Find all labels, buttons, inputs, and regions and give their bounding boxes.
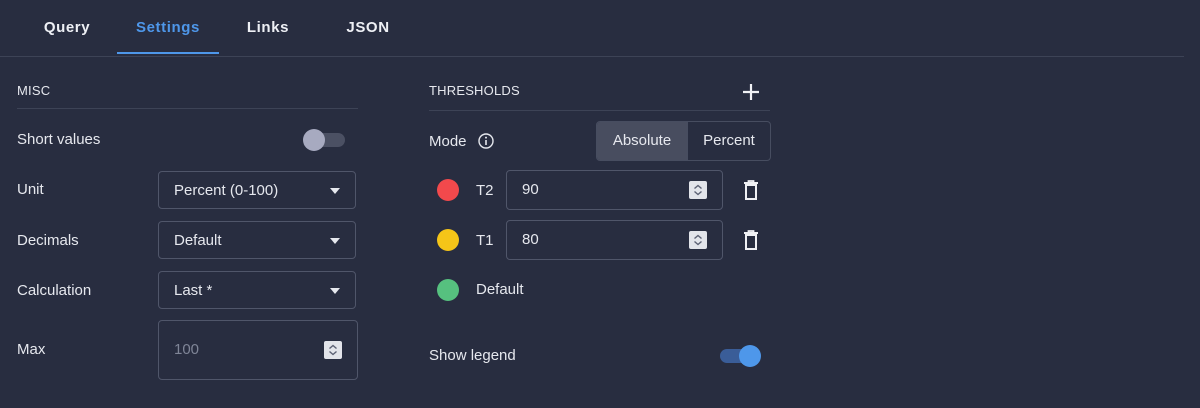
default-color-swatch[interactable] [437,279,459,301]
tab-settings[interactable]: Settings [117,0,219,54]
unit-label: Unit [17,181,44,198]
decimals-select[interactable]: Default [158,221,356,259]
unit-select-value: Percent (0-100) [174,182,279,199]
mode-segmented-control: Absolute Percent [596,121,771,161]
tab-bar: Query Settings Links JSON [0,0,1184,57]
tab-query[interactable]: Query [30,0,104,54]
plus-icon[interactable] [742,83,760,106]
threshold-name: T2 [476,182,494,199]
chevron-down-icon [330,188,340,194]
threshold-value-input[interactable]: 90 [506,170,723,210]
tab-json[interactable]: JSON [330,0,406,54]
calculation-label: Calculation [17,282,92,299]
spinner-icon[interactable] [689,231,707,249]
trash-icon[interactable] [743,180,759,200]
threshold-value-input[interactable]: 80 [506,220,723,260]
misc-divider [17,108,358,109]
max-label: Max [17,341,46,358]
max-input-placeholder: 100 [174,341,200,358]
spinner-icon[interactable] [689,181,707,199]
tab-links[interactable]: Links [232,0,304,54]
threshold-value: 80 [522,231,539,248]
max-input[interactable]: 100 [158,320,358,380]
misc-section-title: MISC [17,83,51,98]
default-threshold-label: Default [476,281,524,298]
short-values-label: Short values [17,131,101,148]
spinner-icon[interactable] [324,341,342,359]
calculation-select[interactable]: Last * [158,271,356,309]
decimals-label: Decimals [17,232,79,249]
chevron-down-icon [330,238,340,244]
info-icon[interactable] [478,133,494,149]
chevron-down-icon [330,288,340,294]
active-tab-indicator [117,52,219,54]
calculation-select-value: Last * [174,282,213,299]
thresholds-section-title: THRESHOLDS [429,83,520,98]
threshold-value: 90 [522,181,539,198]
threshold-color-swatch[interactable] [437,229,459,251]
trash-icon[interactable] [743,230,759,250]
show-legend-label: Show legend [429,347,516,364]
mode-absolute-button[interactable]: Absolute [597,122,687,160]
mode-percent-button[interactable]: Percent [688,122,770,160]
threshold-name: T1 [476,232,494,249]
threshold-color-swatch[interactable] [437,179,459,201]
mode-label: Mode [429,133,467,150]
thresholds-divider [429,110,770,111]
unit-select[interactable]: Percent (0-100) [158,171,356,209]
decimals-select-value: Default [174,232,222,249]
